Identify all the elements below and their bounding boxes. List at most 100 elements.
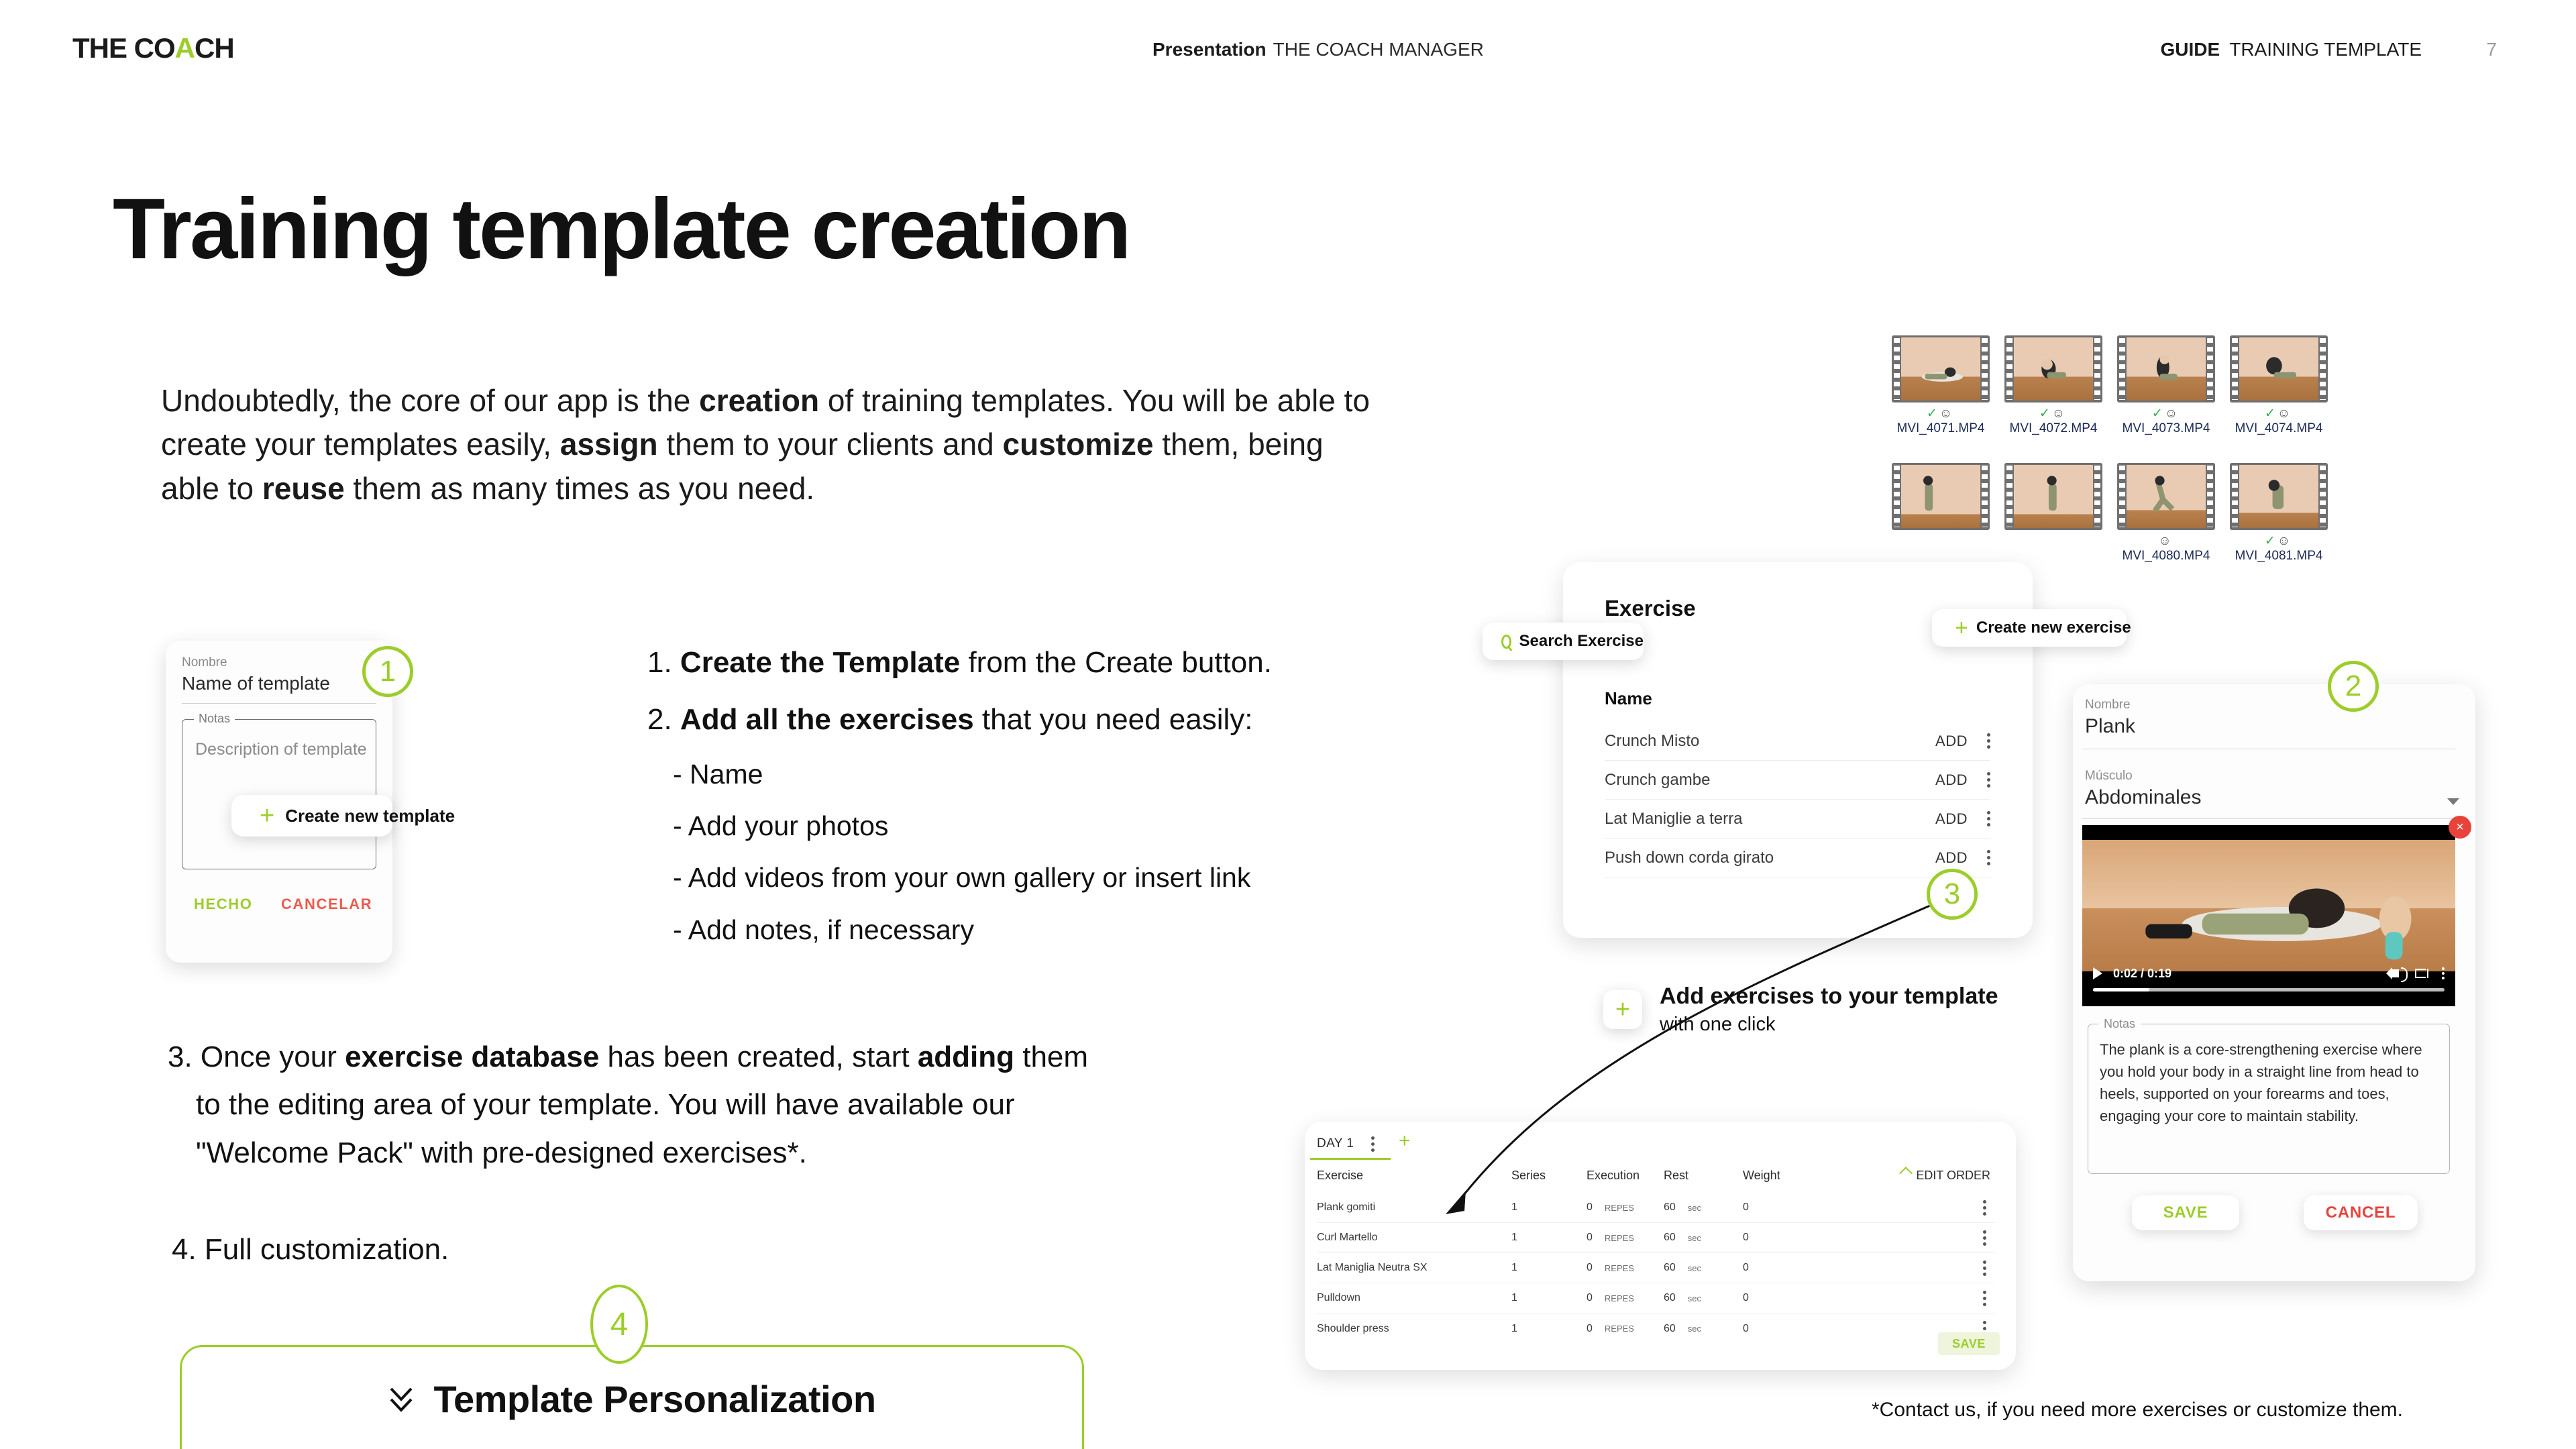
plank-save-button[interactable]: SAVE [2132, 1195, 2239, 1230]
gallery-item[interactable]: ✓ ☺MVI_4071.MP4 [1892, 335, 1990, 436]
template-personalization-label: Template Personalization [433, 1377, 876, 1420]
cell-weight[interactable]: 0 [1743, 1262, 1877, 1274]
substep-item-3: - Add notes, if necessary [673, 914, 974, 945]
steps-list: 1. Create the Template from the Create b… [647, 644, 1385, 965]
person-icon: ☺ [1939, 407, 1953, 421]
cell-execution[interactable]: 0 REPES [1587, 1201, 1664, 1214]
more-options-icon[interactable] [1986, 850, 1990, 865]
video-progress-bar[interactable] [2093, 988, 2445, 991]
cell-rest-value: 60 [1664, 1232, 1676, 1243]
th-weight: Weight [1743, 1169, 1780, 1182]
row-more-options-icon[interactable] [1982, 1290, 1986, 1306]
cell-execution-value: 0 [1587, 1201, 1593, 1213]
cell-rest[interactable]: 60 sec [1664, 1262, 1743, 1274]
cell-series[interactable]: 1 [1511, 1262, 1587, 1274]
more-options-icon[interactable] [2442, 967, 2445, 979]
table-row[interactable]: Plank gomiti 1 0 REPES 60 sec 0 [1317, 1193, 1994, 1223]
add-exercise-button[interactable]: ADD [1935, 849, 1968, 867]
video-thumbnail [2127, 464, 2206, 528]
cell-rest[interactable]: 60 sec [1664, 1292, 1743, 1304]
exercise-list: Crunch Misto ADD Crunch gambe ADD Lat Ma… [1605, 722, 1990, 877]
badge-2: 2 [2328, 661, 2379, 712]
logo-part-a: A [174, 32, 195, 64]
substep-item-1: - Add your photos [673, 810, 889, 842]
cell-series[interactable]: 1 [1511, 1292, 1587, 1304]
exercise-list-item[interactable]: Crunch Misto ADD [1605, 722, 1990, 761]
table-row[interactable]: Curl Martello 1 0 REPES 60 sec 0 [1317, 1223, 1994, 1253]
cell-series[interactable]: 1 [1511, 1323, 1587, 1335]
row-more-options-icon[interactable] [1982, 1199, 1986, 1216]
cell-rest[interactable]: 60 sec [1664, 1232, 1743, 1244]
gallery-item[interactable]: ✓ ☺MVI_4074.MP4 [2230, 335, 2328, 436]
template-name-input[interactable]: Name of template [182, 673, 330, 694]
gallery-item[interactable]: ☺MVI_4080.MP4 [2117, 462, 2215, 564]
day-save-button[interactable]: SAVE [1938, 1332, 2000, 1355]
gallery-item[interactable]: ✓ ☺MVI_4081.MP4 [2230, 462, 2328, 564]
table-row[interactable]: Lat Maniglia Neutra SX 1 0 REPES 60 sec 0 [1317, 1253, 1994, 1283]
edit-order-button[interactable]: EDIT ORDER [1877, 1167, 1994, 1183]
gallery-file-name: MVI_4072.MP4 [2009, 421, 2098, 435]
cell-series[interactable]: 1 [1511, 1232, 1587, 1244]
close-icon[interactable]: × [2449, 816, 2471, 839]
plank-muscle-select[interactable]: Abdominales [2085, 786, 2201, 809]
cell-execution-value: 0 [1587, 1322, 1593, 1334]
cell-execution-unit: REPES [1604, 1202, 1634, 1213]
plank-name-input[interactable]: Plank [2085, 715, 2135, 738]
table-row[interactable]: Shoulder press 1 0 REPES 60 sec 0 [1317, 1313, 1994, 1344]
create-new-exercise-button[interactable]: + Create new exercise [1932, 609, 2131, 647]
add-exercise-button[interactable]: ADD [1935, 810, 1968, 828]
plus-icon[interactable]: + [1603, 990, 1642, 1029]
exercise-list-item[interactable]: Crunch gambe ADD [1605, 761, 1990, 800]
gallery-item[interactable]: ✓ ☺MVI_4072.MP4 [2004, 335, 2102, 436]
fullscreen-icon[interactable] [2415, 969, 2428, 978]
tab-day-1[interactable]: DAY 1 [1317, 1136, 1354, 1151]
cell-weight[interactable]: 0 [1743, 1292, 1877, 1304]
cell-exercise: Curl Martello [1317, 1232, 1378, 1243]
cell-execution[interactable]: 0 REPES [1587, 1262, 1664, 1274]
play-icon[interactable] [2093, 967, 2102, 979]
plank-muscle-label: Músculo [2085, 769, 2133, 783]
gallery-item[interactable]: ✓ ☺MVI_4073.MP4 [2117, 335, 2215, 436]
template-done-button[interactable]: HECHO [194, 896, 252, 913]
exercise-name: Crunch Misto [1605, 731, 1700, 750]
plank-cancel-button[interactable]: CANCEL [2304, 1195, 2418, 1230]
table-row[interactable]: Pulldown 1 0 REPES 60 sec 0 [1317, 1283, 1994, 1313]
cell-weight[interactable]: 0 [1743, 1323, 1877, 1335]
check-icon: ✓ [2151, 407, 2163, 421]
add-exercise-button[interactable]: ADD [1935, 771, 1968, 789]
cell-execution[interactable]: 0 REPES [1587, 1292, 1664, 1304]
cell-rest[interactable]: 60 sec [1664, 1323, 1743, 1335]
cell-execution[interactable]: 0 REPES [1587, 1323, 1664, 1335]
template-cancel-button[interactable]: CANCELAR [281, 896, 372, 913]
search-exercise-input[interactable]: Search Exercise [1483, 623, 1644, 660]
exercise-list-item[interactable]: Lat Maniglie a terra ADD [1605, 800, 1990, 839]
more-options-icon[interactable] [1986, 811, 1990, 826]
th-series: Series [1511, 1169, 1546, 1182]
add-exercise-button[interactable]: ADD [1935, 733, 1968, 750]
gallery-item[interactable] [2004, 462, 2102, 564]
cell-weight[interactable]: 0 [1743, 1232, 1877, 1244]
cell-rest[interactable]: 60 sec [1664, 1201, 1743, 1214]
day-more-options-icon[interactable] [1371, 1136, 1375, 1152]
gallery-item-caption: ☺MVI_4080.MP4 [2117, 534, 2215, 564]
search-exercise-label: Search Exercise [1519, 632, 1644, 650]
add-day-button[interactable]: + [1399, 1130, 1411, 1152]
exercise-video-player[interactable]: 0:02 / 0:19 [2082, 825, 2455, 1006]
cell-execution-value: 0 [1587, 1232, 1593, 1243]
film-strip-icon [2004, 462, 2102, 530]
cell-weight[interactable]: 0 [1743, 1201, 1877, 1214]
row-more-options-icon[interactable] [1982, 1230, 1986, 1246]
chevron-down-icon[interactable] [2447, 798, 2459, 805]
create-new-template-button[interactable]: + Create new template [231, 795, 455, 837]
exercise-detail-card: Nombre Plank Músculo Abdominales 0:02 / … [2073, 684, 2475, 1281]
cell-execution[interactable]: 0 REPES [1587, 1232, 1664, 1244]
more-options-icon[interactable] [1986, 733, 1990, 749]
volume-icon[interactable] [2386, 967, 2408, 982]
header-guide-label: GUIDE [2160, 39, 2220, 60]
row-more-options-icon[interactable] [1982, 1260, 1986, 1276]
gallery-item[interactable] [1892, 462, 1990, 564]
more-options-icon[interactable] [1986, 772, 1990, 788]
cell-rest-value: 60 [1664, 1262, 1676, 1273]
exercise-list-item[interactable]: Push down corda girato ADD [1605, 839, 1990, 877]
cell-series[interactable]: 1 [1511, 1201, 1587, 1214]
